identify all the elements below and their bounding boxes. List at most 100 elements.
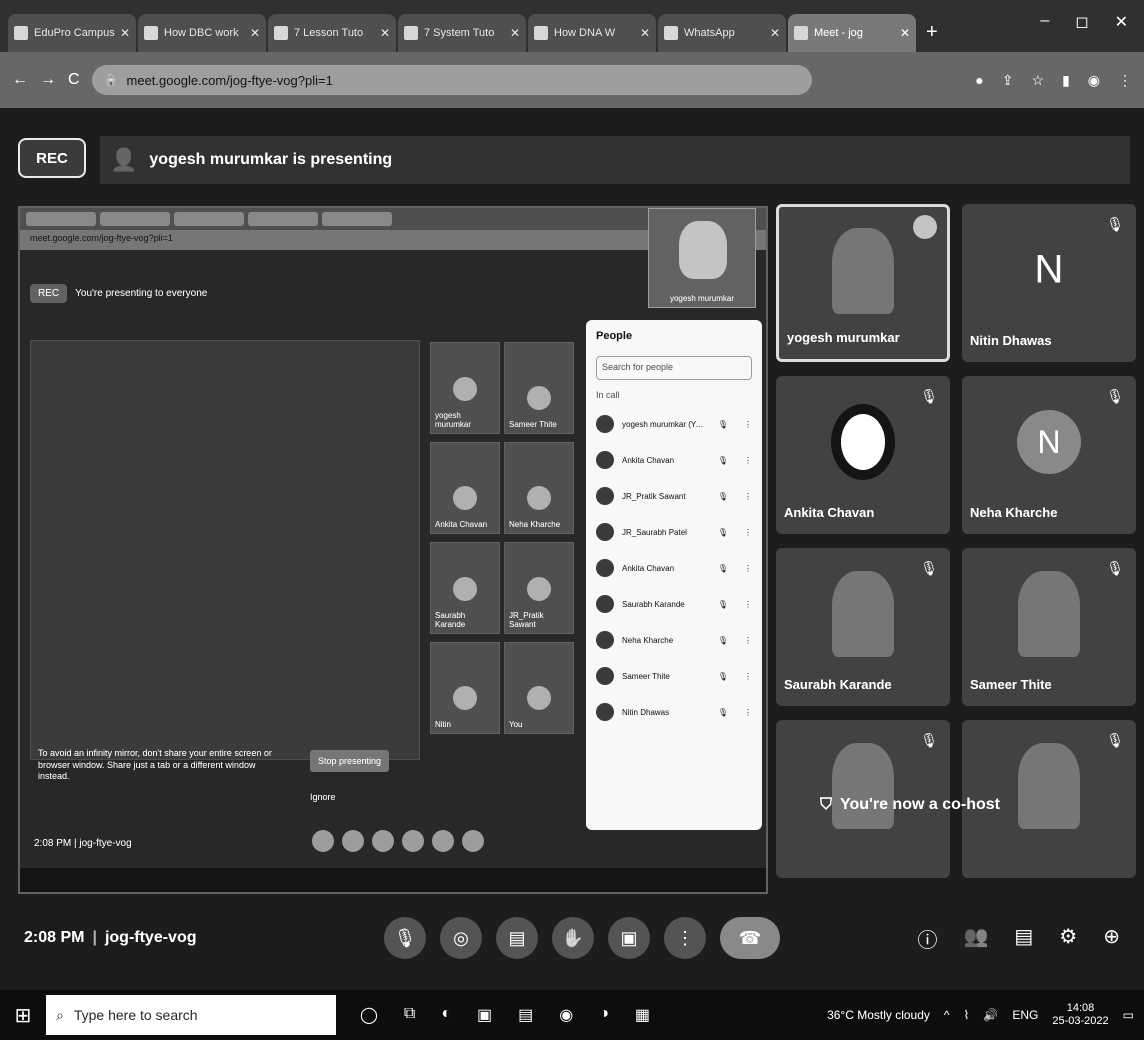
taskbar-clock[interactable]: 14:08 25-03-2022 (1052, 1002, 1108, 1028)
browser-menu-icon[interactable]: ⋮ (1118, 72, 1132, 89)
new-tab-button[interactable]: + (926, 21, 938, 44)
reload-button[interactable]: C (68, 71, 80, 89)
url-field[interactable]: 🔒 meet.google.com/jog-ftye-vog?pli=1 (91, 65, 812, 95)
people-icon[interactable]: 👥 (963, 924, 988, 953)
close-window-button[interactable]: ✕ (1115, 12, 1128, 32)
chat-icon[interactable]: ▤ (1014, 924, 1033, 953)
people-list-item[interactable]: Saurabh Karande 🎙 ⋮ (586, 586, 762, 622)
present-icon[interactable]: ▣ (608, 917, 650, 959)
tray-chevron-icon[interactable]: ^ (944, 1008, 950, 1022)
more-vert-icon[interactable]: ⋮ (728, 456, 752, 465)
share-icon[interactable]: ⇪ (1002, 72, 1014, 89)
back-button[interactable]: ← (12, 71, 28, 89)
camera-indicator-icon[interactable]: ● (975, 72, 983, 89)
host-controls-icon[interactable]: ⊕ (1103, 924, 1120, 953)
participant-name: Sameer Thite (970, 677, 1052, 692)
people-list-item[interactable]: JR_Saurabh Patel 🎙 ⋮ (586, 514, 762, 550)
participant-tile[interactable]: 🎙 Sameer Thite (962, 548, 1136, 706)
more-vert-icon[interactable]: ⋮ (728, 492, 752, 501)
browser-tab[interactable]: How DBC work ✕ (138, 14, 266, 52)
browser-tab[interactable]: Meet - jog ✕ (788, 14, 916, 52)
tab-close-icon[interactable]: ✕ (120, 26, 130, 40)
word-icon[interactable]: ▦ (635, 1005, 650, 1025)
shared-participant-tile: Ankita Chavan (430, 442, 500, 534)
maximize-button[interactable]: ◻ (1075, 12, 1088, 32)
taskbar-search[interactable]: ⌕ Type here to search (46, 995, 336, 1035)
volume-icon[interactable]: 🔊 (983, 1008, 998, 1022)
tab-close-icon[interactable]: ✕ (640, 26, 650, 40)
participant-name: Ankita Chavan (784, 505, 875, 520)
people-list-item[interactable]: yogesh murumkar (You) 🎙 ⋮ (586, 406, 762, 442)
more-options-icon[interactable]: ⋮ (664, 917, 706, 959)
browser-tab[interactable]: How DNA W ✕ (528, 14, 656, 52)
more-vert-icon[interactable]: ⋮ (728, 636, 752, 645)
people-list-item[interactable]: Neha Kharche 🎙 ⋮ (586, 622, 762, 658)
more-vert-icon[interactable]: ⋮ (728, 600, 752, 609)
people-list-item[interactable]: Ankita Chavan 🎙 ⋮ (586, 442, 762, 478)
tab-close-icon[interactable]: ✕ (770, 26, 780, 40)
browser-tab[interactable]: 7 System Tuto ✕ (398, 14, 526, 52)
profile-avatar-icon[interactable]: ◉ (1088, 72, 1100, 89)
minimize-button[interactable]: – (1040, 12, 1049, 32)
mic-off-icon: 🎙 (1106, 388, 1124, 404)
more-vert-icon[interactable]: ⋮ (728, 528, 752, 537)
mic-icon[interactable]: 🎙 (384, 917, 426, 959)
language-indicator[interactable]: ENG (1012, 1008, 1038, 1022)
store-icon[interactable]: ▣ (477, 1005, 492, 1025)
task-view-icon[interactable]: ⧉ (404, 1005, 415, 1025)
camera-icon[interactable]: ◎ (440, 917, 482, 959)
participant-tile[interactable]: yogesh murumkar (776, 204, 950, 362)
forward-button[interactable]: → (40, 71, 56, 89)
app-icon[interactable]: ◑ (599, 1005, 609, 1025)
edge-icon[interactable]: ◐ (441, 1005, 451, 1025)
browser-tab[interactable]: 7 Lesson Tuto ✕ (268, 14, 396, 52)
shared-call-controls (312, 830, 484, 852)
tab-close-icon[interactable]: ✕ (250, 26, 260, 40)
weather-text[interactable]: 36°C Mostly cloudy (827, 1008, 930, 1022)
leave-call-icon[interactable]: ☎ (720, 917, 780, 959)
captions-icon[interactable]: ▤ (496, 917, 538, 959)
mic-off-icon: 🎙 (717, 419, 728, 429)
shared-presenting-bar: REC You're presenting to everyone (30, 278, 590, 308)
people-list-item[interactable]: Nitin Dhawas 🎙 ⋮ (586, 694, 762, 730)
tab-favicon-icon (664, 26, 678, 40)
more-vert-icon[interactable]: ⋮ (728, 420, 752, 429)
extensions-icon[interactable]: ▮ (1062, 72, 1070, 89)
notifications-icon[interactable]: ▭ (1123, 1008, 1134, 1022)
chrome-icon[interactable]: ◉ (559, 1005, 573, 1025)
tab-close-icon[interactable]: ✕ (510, 26, 520, 40)
browser-tab[interactable]: EduPro Campus ✕ (8, 14, 136, 52)
avatar (596, 487, 614, 505)
tab-close-icon[interactable]: ✕ (900, 26, 910, 40)
people-list-item[interactable]: JR_Pratik Sawant 🎙 ⋮ (586, 478, 762, 514)
people-search-input[interactable]: Search for people (596, 356, 752, 380)
stop-presenting-button[interactable]: Stop presenting (310, 750, 390, 772)
meeting-details-icon[interactable]: ⓘ (917, 924, 937, 953)
windows-start-icon[interactable]: ⊞ (0, 990, 46, 1040)
participant-name: Saurabh Karande (622, 599, 685, 609)
participant-tile[interactable]: 🎙 Saurabh Karande (776, 548, 950, 706)
bookmark-star-icon[interactable]: ☆ (1032, 72, 1045, 89)
activities-icon[interactable]: ⚙ (1059, 924, 1077, 953)
participant-tile[interactable]: N 🎙 Nitin Dhawas (962, 204, 1136, 362)
browser-tab[interactable]: WhatsApp ✕ (658, 14, 786, 52)
more-vert-icon[interactable]: ⋮ (728, 672, 752, 681)
mic-off-icon: 🎙 (717, 563, 728, 573)
participant-tile[interactable]: 🎙 Ankita Chavan (776, 376, 950, 534)
more-vert-icon[interactable]: ⋮ (728, 564, 752, 573)
participant-tile[interactable]: N 🎙 Neha Kharche (962, 376, 1136, 534)
mic-off-icon: 🎙 (1106, 732, 1124, 748)
participant-video (832, 743, 894, 830)
people-list-item[interactable]: Sameer Thite 🎙 ⋮ (586, 658, 762, 694)
people-list-item[interactable]: Ankita Chavan 🎙 ⋮ (586, 550, 762, 586)
more-vert-icon[interactable]: ⋮ (728, 708, 752, 717)
avatar (453, 486, 477, 510)
ignore-button[interactable]: Ignore (310, 792, 336, 802)
cortana-icon[interactable]: ◯ (360, 1005, 378, 1025)
mic-off-icon: 🎙 (1106, 560, 1124, 576)
raise-hand-icon[interactable]: ✋ (552, 917, 594, 959)
tab-close-icon[interactable]: ✕ (380, 26, 390, 40)
network-icon[interactable]: ⌇ (964, 1008, 970, 1022)
search-icon: ⌕ (56, 1006, 64, 1023)
file-explorer-icon[interactable]: ▤ (518, 1005, 533, 1025)
